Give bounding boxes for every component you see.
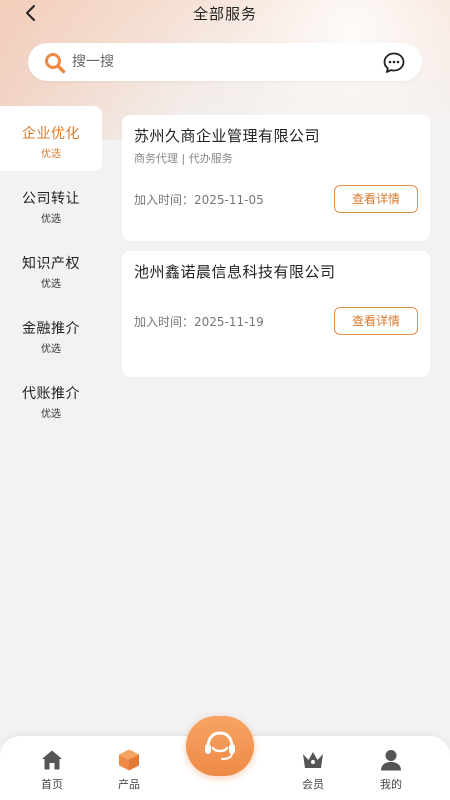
category-sidebar: 企业优化 优选 公司转让 优选 知识产权 优选 金融推介 优选 代账推介 优选 [0,106,102,431]
tab-profile[interactable]: 我的 [366,748,416,792]
sidebar-item-label: 知识产权 [22,256,80,272]
search-bar[interactable] [28,43,422,81]
tab-products[interactable]: 产品 [104,748,154,792]
user-icon [381,750,401,771]
view-details-button[interactable]: 查看详情 [334,185,418,213]
company-tags: 商务代理 | 代办服务 [134,152,233,165]
sidebar-item-label: 企业优化 [22,126,80,142]
join-date: 加入时间：2025-11-05 [134,193,264,207]
sidebar-item-sublabel: 优选 [41,149,61,160]
tab-label: 产品 [118,778,140,791]
tab-label: 会员 [302,778,324,791]
sidebar-item-intellectual-property[interactable]: 知识产权 优选 [0,236,102,301]
sidebar-item-finance-referral[interactable]: 金融推介 优选 [0,301,102,366]
company-name: 池州鑫诺晨信息科技有限公司 [134,263,336,281]
company-card[interactable]: 池州鑫诺晨信息科技有限公司 加入时间：2025-11-19 查看详情 [122,251,430,377]
sidebar-item-sublabel: 优选 [41,214,61,225]
join-date: 加入时间：2025-11-19 [134,315,264,329]
top-bar: 全部服务 [0,0,450,28]
headset-icon [205,731,235,760]
tab-label: 我的 [380,778,402,791]
search-icon [45,53,66,74]
view-details-button[interactable]: 查看详情 [334,307,418,335]
sidebar-item-bookkeeping-referral[interactable]: 代账推介 优选 [0,366,102,431]
message-icon[interactable] [382,51,406,75]
company-card[interactable]: 苏州久商企业管理有限公司 商务代理 | 代办服务 加入时间：2025-11-05… [122,115,430,241]
sidebar-item-sublabel: 优选 [41,409,61,420]
sidebar-item-label: 金融推介 [22,321,80,337]
tab-label: 首页 [41,778,63,791]
page-title: 全部服务 [192,5,257,23]
sidebar-item-sublabel: 优选 [41,279,61,290]
home-icon [42,750,62,770]
sidebar-item-label: 代账推介 [22,386,80,402]
tab-home[interactable]: 首页 [27,748,77,792]
sidebar-item-company-transfer[interactable]: 公司转让 优选 [0,171,102,236]
search-input[interactable] [72,49,352,75]
crown-icon [303,752,323,768]
sidebar-item-enterprise-optimization[interactable]: 企业优化 优选 [0,106,102,171]
sidebar-item-sublabel: 优选 [41,344,61,355]
company-name: 苏州久商企业管理有限公司 [134,127,321,145]
customer-service-button[interactable] [186,716,254,776]
tab-membership[interactable]: 会员 [288,748,338,792]
box-icon [119,749,139,771]
sidebar-item-label: 公司转让 [22,191,80,207]
